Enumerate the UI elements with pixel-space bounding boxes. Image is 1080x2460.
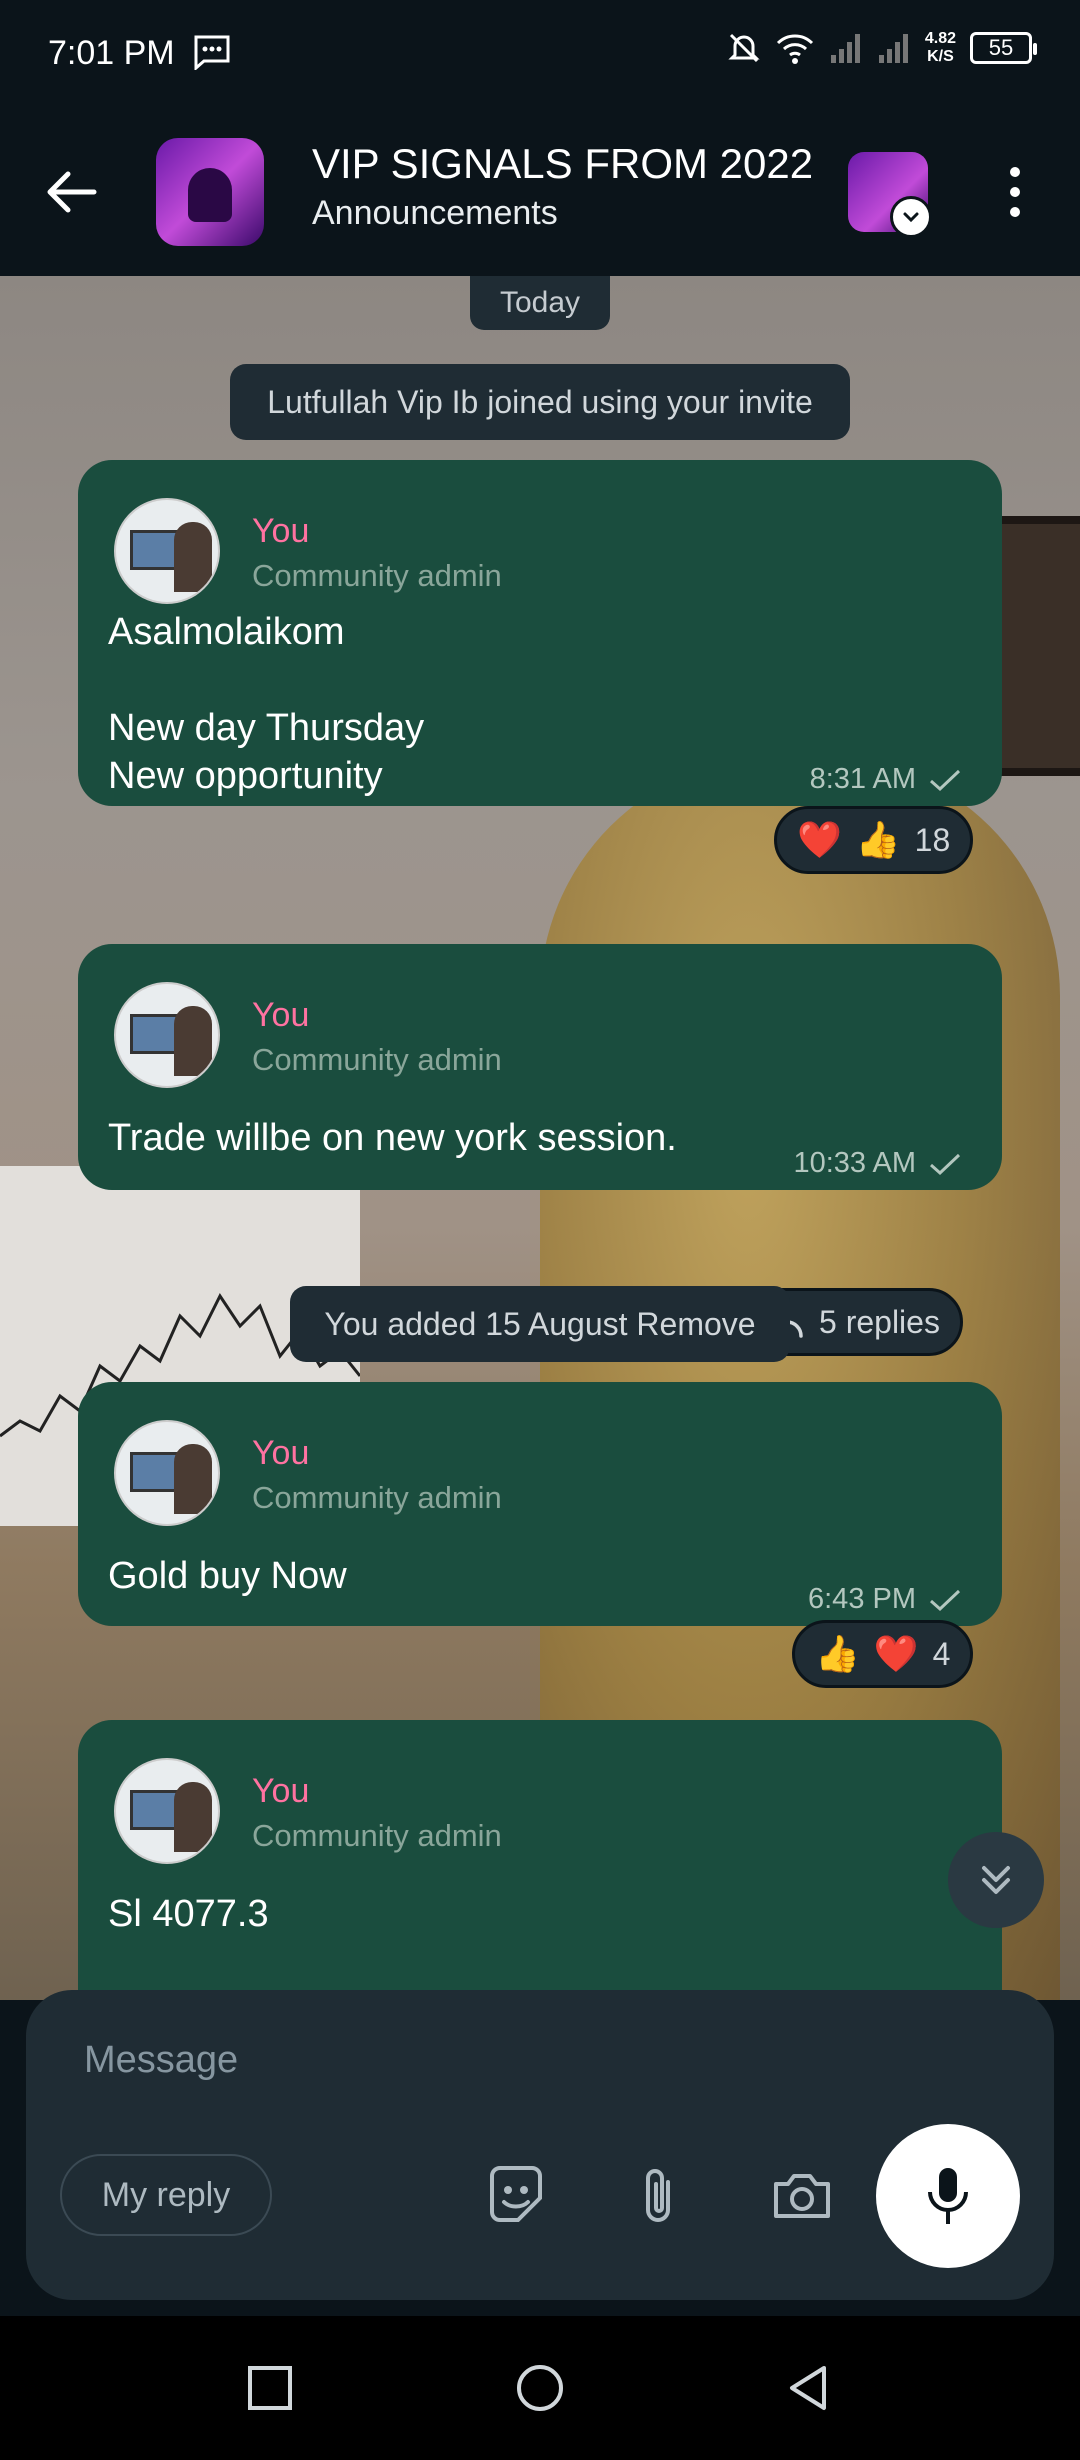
sender-name[interactable]: You (252, 512, 309, 551)
double-chevron-down-icon (982, 1866, 1010, 1894)
sender-name[interactable]: You (252, 996, 309, 1035)
back-triangle-icon[interactable] (780, 2360, 836, 2416)
group-avatar[interactable] (156, 138, 264, 246)
battery-level: 55 (988, 35, 1014, 60)
message-bubble[interactable]: You Community admin Asalmolaikom New day… (78, 460, 1002, 806)
system-message: Lutfullah Vip Ib joined using your invit… (230, 364, 850, 440)
wifi-icon (776, 34, 813, 64)
message-text: Asalmolaikom New day Thursday New opport… (108, 611, 425, 797)
reaction-count: 18 (914, 821, 951, 858)
sent-check-icon (930, 1589, 961, 1611)
recents-square-icon[interactable] (242, 2360, 298, 2416)
message-input[interactable] (84, 2026, 784, 2094)
sender-role: Community admin (252, 1042, 502, 1077)
date-divider: Today (470, 276, 610, 330)
sent-check-icon (930, 1153, 961, 1175)
system-nav-bar (0, 2316, 1080, 2460)
attachment-icon[interactable] (624, 2162, 692, 2230)
message-time: 8:31 AM (809, 763, 916, 795)
message-bubble[interactable]: You Community admin Trade willbe on new … (78, 944, 1002, 1190)
message-meta: 6:43 PM (808, 1583, 962, 1616)
message-text: Trade willbe on new york session. (108, 1117, 677, 1159)
sender-role: Community admin (252, 1480, 502, 1515)
sender-role: Community admin (252, 558, 502, 593)
status-bar: 7:01 PM 4.82 K/S 55 (0, 0, 1080, 108)
reaction-count: 4 (932, 1635, 951, 1672)
signal-icon (878, 34, 908, 63)
more-options-icon[interactable] (1000, 160, 1030, 224)
back-arrow-icon[interactable] (40, 160, 104, 224)
status-time: 7:01 PM (48, 34, 175, 72)
network-speed-value: 4.82 (924, 30, 956, 47)
network-speed-unit: K/S (927, 48, 954, 65)
sender-avatar[interactable] (114, 498, 220, 604)
sender-name[interactable]: You (252, 1772, 309, 1811)
voice-message-button[interactable] (876, 2124, 1020, 2268)
sender-avatar[interactable] (114, 1420, 220, 1526)
message-composer: My reply (26, 1990, 1054, 2300)
chat-header: VIP SIGNALS FROM 2022 Announcements (0, 108, 1080, 276)
status-icons: 4.82 K/S 55 (727, 30, 1037, 66)
heart-emoji: ❤️ (873, 1633, 919, 1674)
message-bubble[interactable]: You Community admin Gold buy Now 6:43 PM (78, 1382, 1002, 1626)
system-message: You added 15 August Remove (290, 1286, 790, 1362)
my-reply-button[interactable]: My reply (60, 2154, 272, 2236)
group-title-block[interactable]: VIP SIGNALS FROM 2022 Announcements (312, 140, 813, 233)
reactions-pill[interactable]: ❤️ 👍 18 (774, 806, 974, 874)
replies-label: 5 replies (819, 1303, 940, 1340)
thumbs-up-emoji: 👍 (815, 1633, 860, 1674)
message-meta: 8:31 AM (810, 763, 962, 796)
message-text: Gold buy Now (108, 1555, 347, 1597)
signal-icon (830, 34, 860, 63)
message-time: 6:43 PM (808, 1583, 916, 1615)
sender-name[interactable]: You (252, 1434, 309, 1473)
sender-role: Community admin (252, 1818, 502, 1853)
message-meta: 10:33 AM (793, 1147, 962, 1180)
group-title: VIP SIGNALS FROM 2022 (312, 140, 814, 187)
sent-check-icon (930, 769, 961, 791)
reactions-pill[interactable]: 👍 ❤️ 4 (792, 1620, 974, 1688)
message-text: Sl 4077.3 (108, 1893, 269, 1935)
sticker-icon[interactable] (482, 2162, 550, 2230)
battery-icon: 55 (970, 32, 1037, 64)
group-subtitle: Announcements (312, 194, 558, 232)
mute-icon (728, 33, 760, 63)
message-bubble[interactable]: You Community admin Sl 4077.3 (78, 1720, 1002, 2000)
message-notification-icon (194, 35, 230, 70)
thumbs-up-emoji: 👍 (855, 819, 901, 860)
home-circle-icon[interactable] (512, 2360, 568, 2416)
sender-avatar[interactable] (114, 982, 220, 1088)
network-speed: 4.82 K/S (925, 30, 956, 66)
message-time: 10:33 AM (793, 1147, 916, 1179)
microphone-icon (928, 2168, 968, 2224)
heart-emoji: ❤️ (797, 819, 842, 860)
sender-avatar[interactable] (114, 1758, 220, 1864)
chat-area[interactable]: Today Lutfullah Vip Ib joined using your… (0, 276, 1080, 2000)
camera-icon[interactable] (768, 2162, 836, 2230)
chevron-down-icon[interactable] (890, 196, 932, 238)
scroll-to-bottom-button[interactable] (948, 1832, 1044, 1928)
